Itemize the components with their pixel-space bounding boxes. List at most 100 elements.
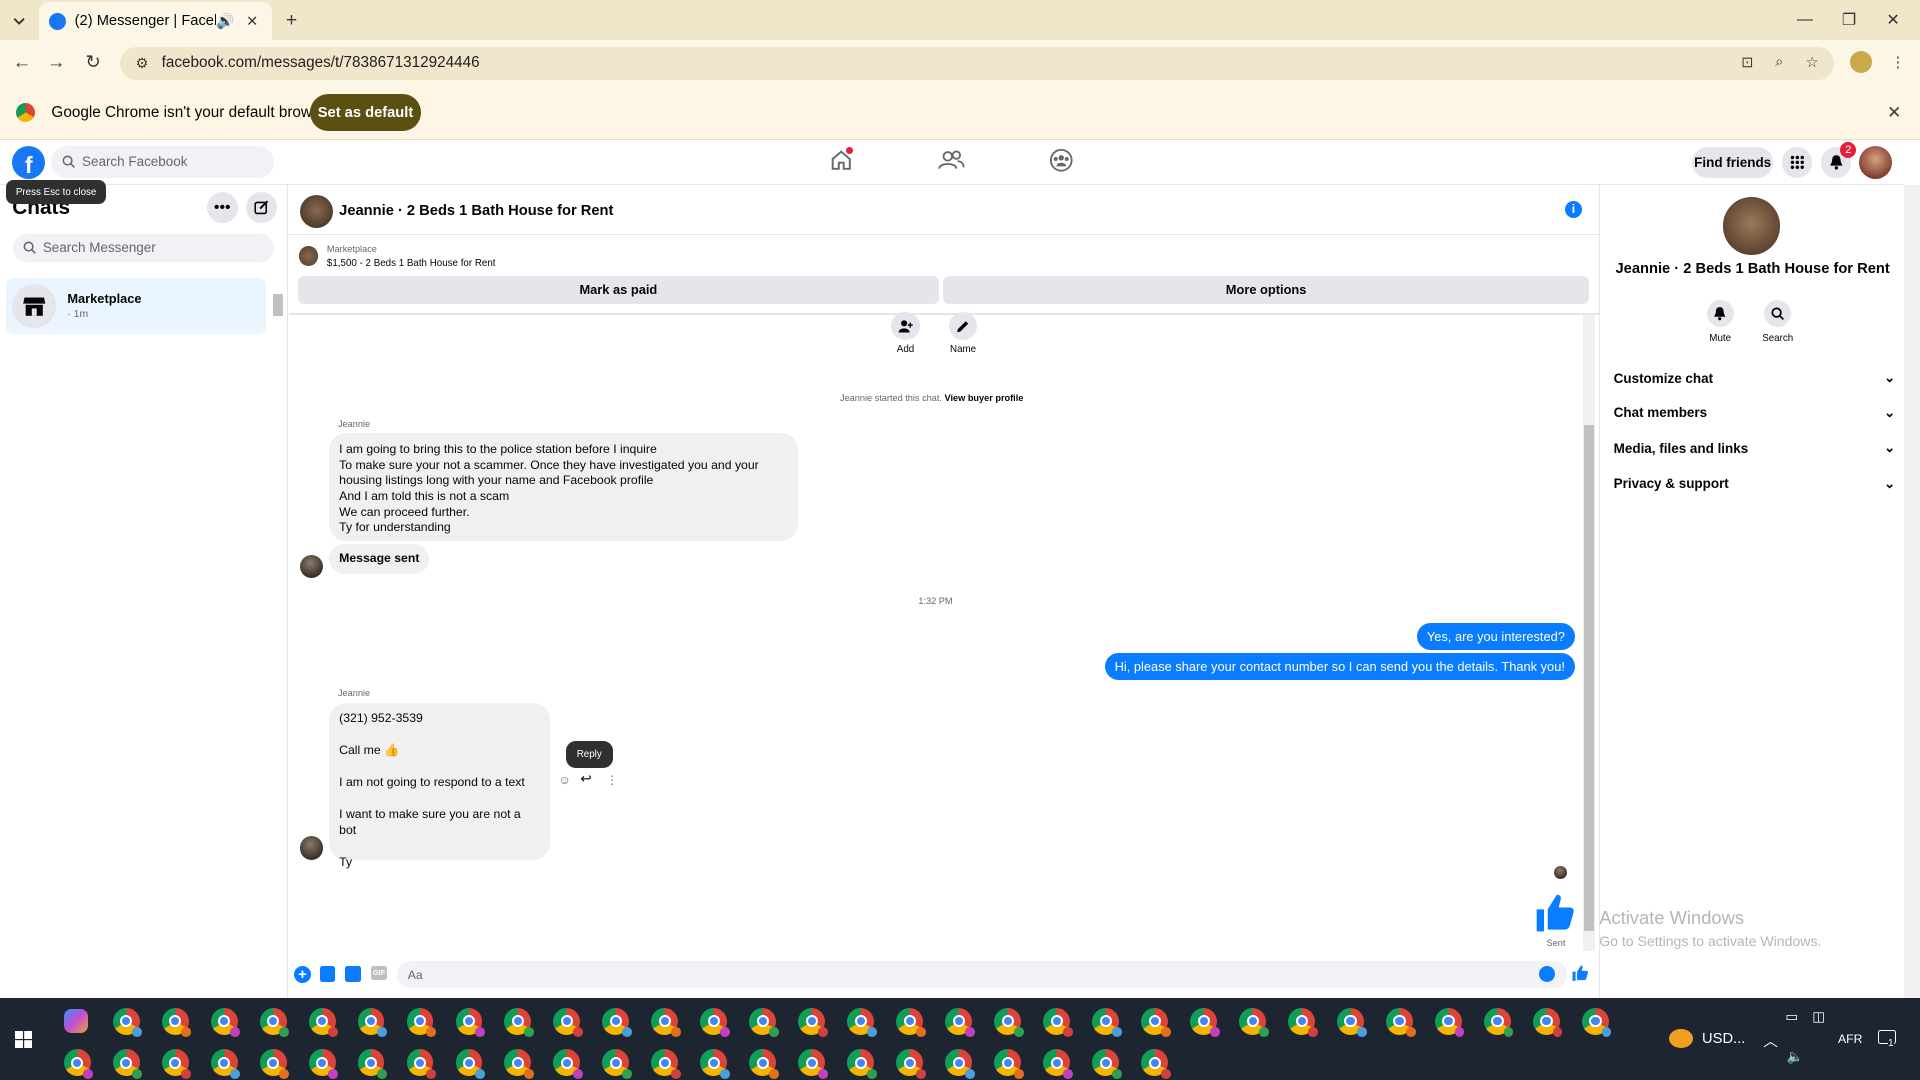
chrome-window-icon[interactable] (112, 1049, 143, 1079)
display-icon[interactable]: ◫ (1812, 1009, 1825, 1025)
chrome-window-icon[interactable] (700, 1049, 730, 1079)
chrome-window-icon[interactable] (1337, 1007, 1367, 1038)
language-indicator[interactable]: AFR (1838, 1032, 1862, 1046)
chrome-window-icon[interactable] (896, 1007, 926, 1038)
outgoing-message-1[interactable]: Yes, are you interested? (1417, 623, 1575, 651)
chrome-window-icon[interactable] (308, 1049, 338, 1079)
reload-icon[interactable]: ↻ (83, 51, 103, 72)
view-buyer-profile-link[interactable]: View buyer profile (945, 393, 1024, 403)
edit-name-icon[interactable] (948, 312, 978, 341)
install-icon[interactable]: ⊡ (1738, 53, 1758, 73)
chrome-window-icon[interactable] (1435, 1007, 1465, 1038)
chrome-window-icon[interactable] (1288, 1007, 1318, 1038)
facebook-logo-icon[interactable]: f (12, 145, 46, 179)
media-files-row[interactable]: Media, files and links ⌄ (1614, 437, 1896, 459)
page-scrollbar[interactable] (1904, 184, 1920, 998)
new-message-icon[interactable] (246, 192, 277, 223)
chrome-window-icon[interactable] (798, 1049, 828, 1079)
chrome-window-icon[interactable] (798, 1007, 828, 1038)
restore-icon[interactable]: ❐ (1827, 0, 1871, 40)
chrome-window-icon[interactable] (112, 1007, 143, 1038)
close-tab-icon[interactable]: ✕ (242, 12, 262, 32)
chrome-window-icon[interactable] (749, 1049, 779, 1079)
address-bar[interactable]: ⚙ facebook.com/messages/t/78386713129244… (120, 46, 1835, 80)
image-icon[interactable] (319, 966, 336, 983)
chrome-window-icon[interactable] (357, 1049, 387, 1079)
tab-messenger[interactable]: (2) Messenger | Facebook 🔊 ✕ (39, 2, 272, 41)
chrome-window-icon[interactable] (504, 1007, 534, 1038)
sender-avatar-2[interactable] (299, 836, 324, 860)
chrome-window-icon[interactable] (896, 1049, 926, 1079)
chrome-window-icon[interactable] (1141, 1007, 1171, 1038)
chrome-window-icon[interactable] (455, 1049, 485, 1079)
infobar-close-icon[interactable]: ✕ (1885, 102, 1905, 123)
chrome-window-icon[interactable] (1484, 1007, 1514, 1038)
mark-paid-button[interactable]: Mark as paid (297, 275, 940, 304)
tray-chevron-up-icon[interactable]: ︿ (1763, 1030, 1778, 1051)
chrome-window-icon[interactable] (210, 1049, 240, 1079)
chrome-window-icon[interactable] (63, 1049, 94, 1079)
weather-icon[interactable] (1668, 1028, 1694, 1049)
emoji-icon[interactable] (1539, 966, 1556, 983)
chrome-window-icon[interactable] (994, 1007, 1024, 1038)
forward-icon[interactable]: → (47, 51, 67, 72)
chrome-window-icon[interactable] (1092, 1049, 1122, 1079)
chrome-window-icon[interactable] (1533, 1007, 1563, 1038)
chrome-window-icon[interactable] (1239, 1007, 1269, 1038)
outgoing-message-2[interactable]: Hi, please share your contact number so … (1104, 652, 1575, 680)
messenger-search-input[interactable]: Search Messenger (13, 233, 275, 263)
chrome-window-icon[interactable] (847, 1007, 877, 1038)
chrome-window-icon[interactable] (161, 1049, 191, 1079)
chrome-window-icon[interactable] (945, 1049, 975, 1079)
chrome-window-icon[interactable] (602, 1049, 632, 1079)
gif-icon[interactable]: GIF (371, 966, 387, 980)
find-friends-button[interactable]: Find friends (1692, 146, 1774, 178)
bookmark-star-icon[interactable]: ☆ (1802, 53, 1822, 73)
new-tab-icon[interactable]: + (282, 9, 302, 31)
friends-icon[interactable] (938, 149, 965, 171)
thumbs-up-icon[interactable] (1533, 891, 1577, 935)
listing-avatar[interactable] (299, 194, 334, 228)
send-like-icon[interactable] (1571, 964, 1589, 982)
privacy-support-row[interactable]: Privacy & support ⌄ (1614, 473, 1896, 495)
more-options-button[interactable]: More options (942, 275, 1590, 304)
search-conversation-icon[interactable] (1764, 299, 1792, 327)
tab-search-icon[interactable] (10, 11, 30, 31)
chrome-window-icon[interactable] (1043, 1007, 1073, 1038)
chrome-window-icon[interactable] (357, 1007, 387, 1038)
customize-chat-row[interactable]: Customize chat ⌄ (1614, 367, 1896, 389)
chrome-window-icon[interactable] (259, 1049, 289, 1079)
chrome-window-icon[interactable] (1141, 1049, 1171, 1079)
chrome-window-icon[interactable] (945, 1007, 975, 1038)
chrome-window-icon[interactable] (749, 1007, 779, 1038)
site-info-icon[interactable]: ⚙ (132, 53, 152, 73)
audio-icon[interactable]: 🔊 (216, 12, 236, 32)
chats-scrollbar[interactable] (273, 293, 283, 316)
sticker-icon[interactable] (345, 966, 362, 983)
chat-members-row[interactable]: Chat members ⌄ (1614, 402, 1896, 424)
chrome-window-icon[interactable] (602, 1007, 632, 1038)
reply-icon[interactable]: ↩ (580, 771, 591, 787)
close-window-icon[interactable]: ✕ (1871, 0, 1915, 40)
chrome-window-icon[interactable] (161, 1007, 191, 1038)
mute-bell-icon[interactable] (1706, 299, 1734, 327)
incoming-message-2[interactable]: Message sent (329, 543, 430, 575)
message-more-icon[interactable]: ⋮ (606, 773, 618, 787)
chrome-window-icon[interactable] (210, 1007, 240, 1038)
start-windows-icon[interactable] (14, 1031, 32, 1049)
chrome-window-icon[interactable] (1043, 1049, 1073, 1079)
react-emoji-icon[interactable]: ☺ (558, 773, 571, 787)
message-composer-input[interactable]: Aa (396, 961, 1568, 989)
more-dots-icon[interactable]: ••• (206, 192, 238, 223)
chrome-window-icon[interactable] (308, 1007, 338, 1038)
chrome-window-icon[interactable] (847, 1049, 877, 1079)
chrome-window-icon[interactable] (455, 1007, 485, 1038)
chrome-window-icon[interactable] (504, 1049, 534, 1079)
incoming-message-1[interactable]: I am going to bring this to the police s… (329, 433, 799, 542)
chrome-window-icon[interactable] (406, 1049, 436, 1079)
home-icon[interactable] (829, 146, 854, 172)
chrome-window-icon[interactable] (553, 1007, 583, 1038)
copilot-icon[interactable] (63, 1008, 89, 1034)
messages-scrollbar-thumb[interactable] (1584, 424, 1595, 931)
chrome-window-icon[interactable] (259, 1007, 289, 1038)
